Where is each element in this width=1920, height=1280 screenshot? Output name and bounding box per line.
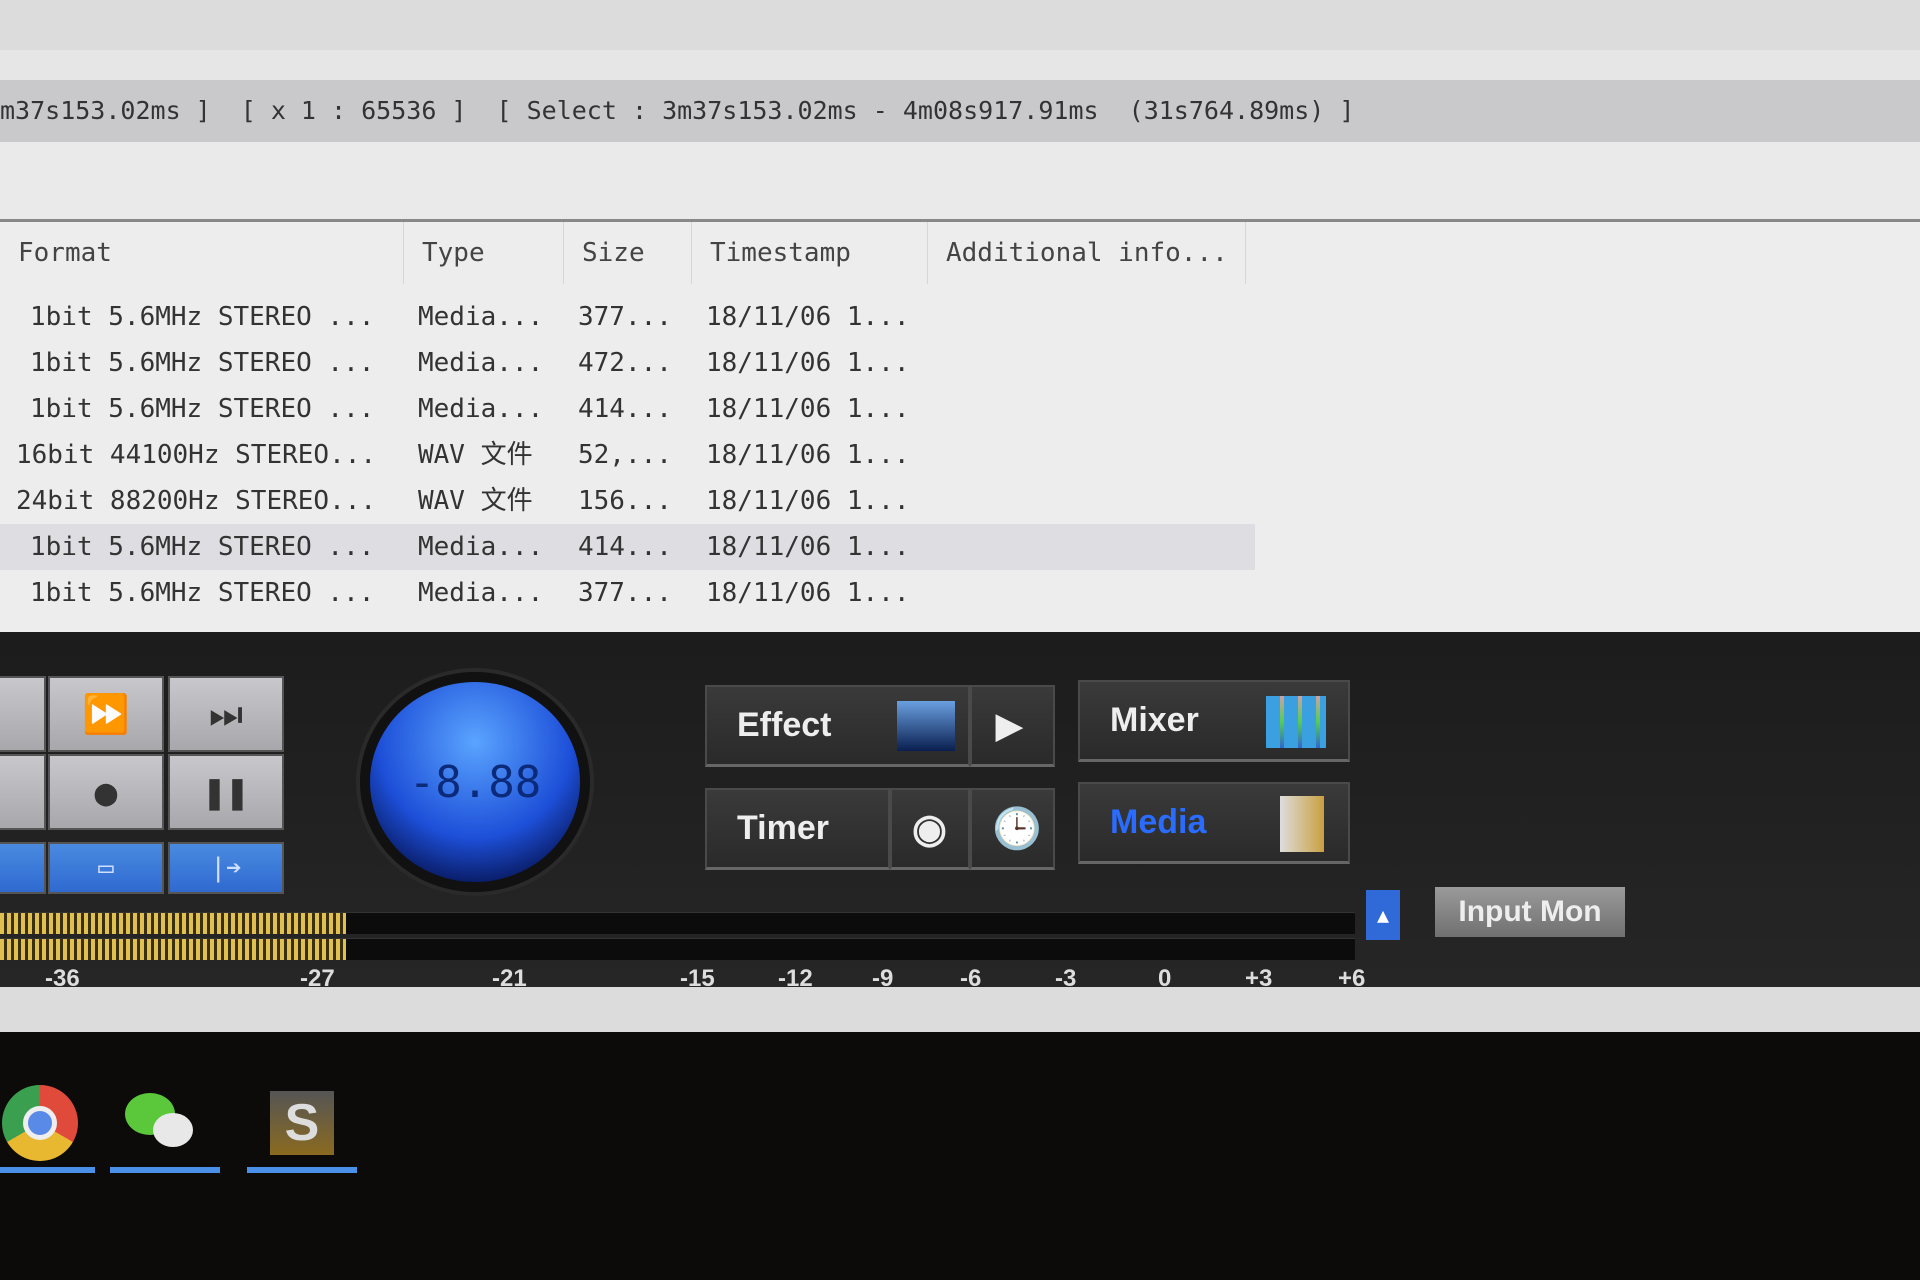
app-s-icon: S bbox=[270, 1090, 334, 1155]
fast-forward-icon: ⏩ bbox=[82, 691, 130, 736]
table-cell: 472... bbox=[578, 348, 672, 378]
up-arrow-icon: ▲ bbox=[1376, 903, 1390, 927]
table-cell: Media... bbox=[418, 302, 544, 332]
table-cell: 18/11/06 1... bbox=[706, 578, 910, 608]
file-table: Format Type Size Timestamp Additional in… bbox=[0, 222, 1920, 632]
window-top-strip bbox=[0, 0, 1920, 50]
taskbar-wechat[interactable] bbox=[110, 1080, 220, 1173]
table-row[interactable]: 16bit 44100Hz STEREO... WAV 文件 52,... 18/11… bbox=[0, 432, 1255, 478]
stop-button[interactable] bbox=[0, 754, 46, 830]
media-button[interactable]: Media bbox=[1078, 782, 1350, 864]
effect-label: Effect bbox=[737, 706, 832, 744]
table-cell: 1bit 5.6MHz STEREO ... bbox=[30, 394, 375, 424]
table-row[interactable]: 24bit 88200Hz STEREO... WAV 文件 156... 18/11… bbox=[0, 478, 1255, 524]
table-cell: 156... bbox=[578, 486, 672, 516]
clock-icon: 🕒 bbox=[992, 807, 1042, 851]
table-cell: 16bit 44100Hz STEREO... bbox=[16, 440, 377, 470]
mixer-label: Mixer bbox=[1110, 701, 1199, 739]
table-cell: WAV 文件 bbox=[418, 440, 533, 470]
toolbar-area bbox=[0, 142, 1920, 222]
table-cell: 18/11/06 1... bbox=[706, 486, 910, 516]
timer-button[interactable]: Timer bbox=[705, 788, 890, 870]
schedule-button[interactable]: 🕒 bbox=[970, 788, 1055, 870]
table-cell: 18/11/06 1... bbox=[706, 532, 910, 562]
skip-end-button[interactable]: ⏭ bbox=[168, 676, 284, 752]
region-icon: ▭ bbox=[98, 853, 114, 883]
table-cell: 377... bbox=[578, 302, 672, 332]
media-disc-icon bbox=[1280, 796, 1324, 852]
table-row[interactable]: 1bit 5.6MHz STEREO ... Media... 414... 18/1… bbox=[0, 386, 1255, 432]
play-icon: ▶ bbox=[996, 706, 1023, 745]
waveform-icon bbox=[897, 701, 955, 751]
meter-right bbox=[0, 938, 1355, 960]
pause-icon: ❚❚ bbox=[203, 770, 249, 814]
rewind-button[interactable] bbox=[0, 676, 46, 752]
meter-left bbox=[0, 912, 1355, 934]
table-row[interactable]: 1bit 5.6MHz STEREO ... Media... 414... 18/1… bbox=[0, 524, 1255, 570]
table-cell: 414... bbox=[578, 532, 672, 562]
table-cell: 414... bbox=[578, 394, 672, 424]
skip-end-icon: ⏭ bbox=[208, 691, 244, 736]
wechat-icon bbox=[125, 1092, 205, 1153]
table-cell: Media... bbox=[418, 578, 544, 608]
column-header-type[interactable]: Type bbox=[404, 222, 564, 284]
zoom-readout: [ x 1 : 65536 ] bbox=[240, 96, 467, 125]
taskbar-chrome[interactable] bbox=[0, 1080, 95, 1173]
dial-readout: -8.88 bbox=[408, 756, 542, 808]
record-button[interactable]: ● bbox=[48, 754, 164, 830]
jump-button[interactable]: |➔ bbox=[168, 842, 284, 894]
table-cell: 377... bbox=[578, 578, 672, 608]
table-cell: 24bit 88200Hz STEREO... bbox=[16, 486, 377, 516]
column-header-additional-info[interactable]: Additional info... bbox=[928, 222, 1246, 284]
position-readout: m37s153.02ms ] bbox=[0, 96, 211, 125]
table-row[interactable]: 1bit 5.6MHz STEREO ... Media... 377... 18/1… bbox=[0, 294, 1255, 340]
selection-readout: [ Select : 3m37s153.02ms - 4m08s917.91ms… bbox=[496, 96, 1355, 125]
mixer-bars-icon bbox=[1266, 696, 1326, 748]
meter-right-fill bbox=[0, 939, 346, 960]
table-cell: 1bit 5.6MHz STEREO ... bbox=[30, 348, 375, 378]
region-button[interactable]: ▭ bbox=[48, 842, 164, 894]
level-dial[interactable]: -8.88 bbox=[360, 672, 590, 892]
table-cell: 18/11/06 1... bbox=[706, 348, 910, 378]
jump-icon: |➔ bbox=[210, 853, 242, 883]
media-label: Media bbox=[1110, 803, 1207, 841]
table-cell: Media... bbox=[418, 394, 544, 424]
table-row[interactable]: 1bit 5.6MHz STEREO ... Media... 377... 18/1… bbox=[0, 570, 1255, 616]
window-bottom-strip bbox=[0, 987, 1920, 1032]
table-cell: 52,... bbox=[578, 440, 672, 470]
input-monitor-button[interactable]: Input Mon bbox=[1435, 887, 1625, 937]
meter-left-fill bbox=[0, 913, 346, 934]
effect-play-button[interactable]: ▶ bbox=[970, 685, 1055, 767]
column-header-format[interactable]: Format bbox=[0, 222, 404, 284]
chrome-icon bbox=[2, 1084, 78, 1161]
timer-label: Timer bbox=[737, 809, 829, 847]
loop-button[interactable] bbox=[0, 842, 46, 894]
mixer-button[interactable]: Mixer bbox=[1078, 680, 1350, 762]
table-cell: 1bit 5.6MHz STEREO ... bbox=[30, 532, 375, 562]
record-target-icon: ◉ bbox=[912, 806, 947, 851]
table-cell: 18/11/06 1... bbox=[706, 302, 910, 332]
meter-up-button[interactable]: ▲ bbox=[1366, 890, 1400, 940]
effect-button[interactable]: Effect bbox=[705, 685, 970, 767]
table-cell: 18/11/06 1... bbox=[706, 394, 910, 424]
record-icon: ● bbox=[94, 770, 118, 814]
table-cell: 1bit 5.6MHz STEREO ... bbox=[30, 302, 375, 332]
table-cell: Media... bbox=[418, 532, 544, 562]
table-cell: Media... bbox=[418, 348, 544, 378]
column-header-size[interactable]: Size bbox=[564, 222, 692, 284]
table-row[interactable]: 1bit 5.6MHz STEREO ... Media... 472... 18/1… bbox=[0, 340, 1255, 386]
taskbar-app-s[interactable]: S bbox=[247, 1080, 357, 1173]
fast-forward-button[interactable]: ⏩ bbox=[48, 676, 164, 752]
pause-button[interactable]: ❚❚ bbox=[168, 754, 284, 830]
column-header-timestamp[interactable]: Timestamp bbox=[692, 222, 928, 284]
table-cell: 1bit 5.6MHz STEREO ... bbox=[30, 578, 375, 608]
timer-record-button[interactable]: ◉ bbox=[890, 788, 970, 870]
status-bar: m37s153.02ms ] [ x 1 : 65536 ] [ Select … bbox=[0, 80, 1920, 142]
table-cell: WAV 文件 bbox=[418, 486, 533, 516]
table-cell: 18/11/06 1... bbox=[706, 440, 910, 470]
